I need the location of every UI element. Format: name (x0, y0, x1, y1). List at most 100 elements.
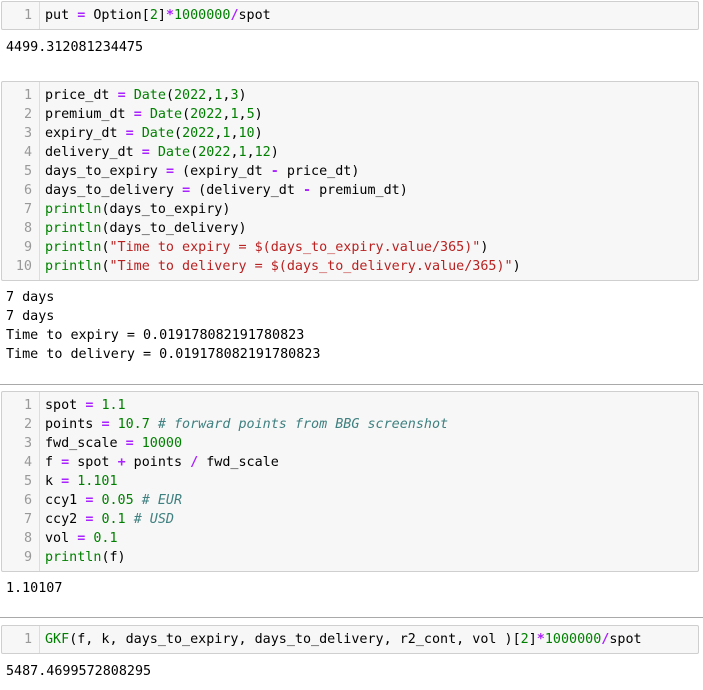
code-line[interactable]: 7 println(days_to_expiry) (2, 200, 698, 219)
cell-separator (0, 617, 703, 618)
code-cell-3: 1 spot = 1.1 2 points = 10.7 # forward poin… (1, 391, 699, 598)
code-token-op: * (165, 8, 174, 23)
cell-separator (0, 384, 703, 385)
output-line: 5487.4699572808295 (6, 664, 152, 679)
code-cell-2: 1 price_dt = Date(2022,1,3) 2 premium_dt = … (1, 81, 699, 364)
code-line[interactable]: 7 ccy2 = 0.1 # USD (2, 510, 698, 529)
code-line[interactable]: 9 println(f) (2, 548, 698, 567)
code-line[interactable]: 4f = spot + points / fwd_scale (2, 453, 698, 472)
code-token-plain: (delivery_dt (190, 183, 303, 198)
code-text: days_to_expiry = (expiry_dt - price_dt) (32, 162, 359, 181)
code-token-plain: ) (480, 240, 489, 255)
code-token-builtin: Date (157, 145, 191, 160)
code-token-op: + (117, 455, 126, 470)
code-input[interactable]: 1 put = Option[2]*1000000/spot (1, 1, 699, 30)
code-token-op: = (61, 474, 70, 489)
code-token-num: 0.05 (101, 493, 134, 508)
code-line[interactable]: 5 days_to_expiry = (expiry_dt - price_dt) (2, 162, 698, 181)
code-token-num: 1000000 (174, 8, 231, 23)
code-line[interactable]: 8 vol = 0.1 (2, 529, 698, 548)
line-number: 8 (23, 221, 32, 236)
code-text: days_to_delivery = (delivery_dt - premiu… (32, 181, 408, 200)
code-token-builtin: println (45, 240, 102, 255)
code-token-num: 2022 (198, 145, 231, 160)
code-line[interactable]: 8 println(days_to_delivery) (2, 219, 698, 238)
line-number: 7 (23, 512, 32, 527)
code-text: price_dt = Date(2022,1,3) (32, 86, 247, 105)
code-token-plain: , (230, 145, 239, 160)
code-input[interactable]: 1 GKF(f, k, days_to_expiry, days_to_deliv… (1, 625, 699, 654)
code-line[interactable]: 10 println("Time to delivery = $(days_to_… (2, 257, 698, 276)
code-token-plain: ] (528, 632, 537, 647)
code-text: delivery_dt = Date(2022,1,12) (32, 143, 279, 162)
code-token-op: * (536, 632, 545, 647)
code-line[interactable]: 5k = 1.101 (2, 472, 698, 491)
code-text: println(days_to_delivery) (32, 219, 247, 238)
code-token-num: 10.7 (117, 417, 150, 432)
code-line[interactable]: 3 fwd_scale = 10000 (2, 434, 698, 453)
code-token-builtin: println (45, 221, 102, 236)
code-token-plain: ( (190, 145, 199, 160)
code-token-op: = (133, 107, 142, 122)
code-line[interactable]: 6 days_to_delivery = (delivery_dt - premi… (2, 181, 698, 200)
line-number: 1 (23, 398, 32, 413)
code-token-str: "Time to delivery = $(days_to_delivery.v… (109, 259, 513, 274)
code-token-builtin: Date (149, 107, 183, 122)
code-line[interactable]: 1 GKF(f, k, days_to_expiry, days_to_deliv… (2, 630, 698, 649)
code-token-plain: days_to_expiry (45, 164, 166, 179)
code-token-plain: days_to_delivery (45, 183, 183, 198)
code-token-plain: spot (69, 455, 118, 470)
line-number: 7 (23, 202, 32, 217)
output-line: 4499.312081234475 (6, 40, 144, 55)
code-token-plain: put (45, 8, 78, 23)
code-line[interactable]: 1 spot = 1.1 (2, 396, 698, 415)
code-token-op: - (303, 183, 312, 198)
code-token-num: 1 (238, 145, 247, 160)
code-token-plain: (days_to_expiry) (101, 202, 231, 217)
code-line[interactable]: 2 premium_dt = Date(2022,1,5) (2, 105, 698, 124)
code-line[interactable]: 2 points = 10.7 # forward points from BBG… (2, 415, 698, 434)
line-number: 3 (23, 436, 32, 451)
code-input[interactable]: 1 price_dt = Date(2022,1,3) 2 premium_dt = … (1, 81, 699, 281)
code-text: f = spot + points / fwd_scale (32, 453, 279, 472)
code-line[interactable]: 9 println("Time to expiry = $(days_to_exp… (2, 238, 698, 257)
code-line[interactable]: 1 price_dt = Date(2022,1,3) (2, 86, 698, 105)
code-token-plain: points (45, 417, 102, 432)
code-text: premium_dt = Date(2022,1,5) (32, 105, 263, 124)
code-token-num: 0.1 (101, 512, 126, 527)
code-line[interactable]: 3 expiry_dt = Date(2022,1,10) (2, 124, 698, 143)
code-token-plain: spot (609, 632, 642, 647)
code-token-plain: price_dt (45, 88, 118, 103)
code-token-plain: price_dt) (278, 164, 360, 179)
code-cell-1: 1 put = Option[2]*1000000/spot 4499.31208… (1, 1, 699, 57)
code-token-plain: ) (270, 145, 279, 160)
code-token-op: = (61, 455, 70, 470)
code-token-num: 2 (149, 8, 158, 23)
code-line[interactable]: 1 put = Option[2]*1000000/spot (2, 6, 698, 25)
code-input[interactable]: 1 spot = 1.1 2 points = 10.7 # forward poin… (1, 391, 699, 572)
code-token-plain: spot (238, 8, 271, 23)
output-line: 7 days (6, 290, 55, 305)
code-token-op: = (165, 164, 174, 179)
code-token-plain: f (45, 455, 62, 470)
line-number: 5 (23, 474, 32, 489)
code-text: println(f) (32, 548, 126, 567)
code-token-num: 2022 (174, 88, 207, 103)
line-number: 1 (23, 88, 32, 103)
code-token-op: = (101, 417, 110, 432)
code-token-com: # EUR (141, 493, 183, 508)
code-line[interactable]: 6 ccy1 = 0.05 # EUR (2, 491, 698, 510)
code-text: spot = 1.1 (32, 396, 126, 415)
code-token-num: 2 (520, 632, 529, 647)
code-token-plain: (f) (101, 550, 126, 565)
code-line[interactable]: 4 delivery_dt = Date(2022,1,12) (2, 143, 698, 162)
cell-output: 4499.312081234475 (1, 38, 699, 57)
code-text: println(days_to_expiry) (32, 200, 230, 219)
line-number: 2 (23, 107, 32, 122)
code-token-plain: delivery_dt (45, 145, 142, 160)
